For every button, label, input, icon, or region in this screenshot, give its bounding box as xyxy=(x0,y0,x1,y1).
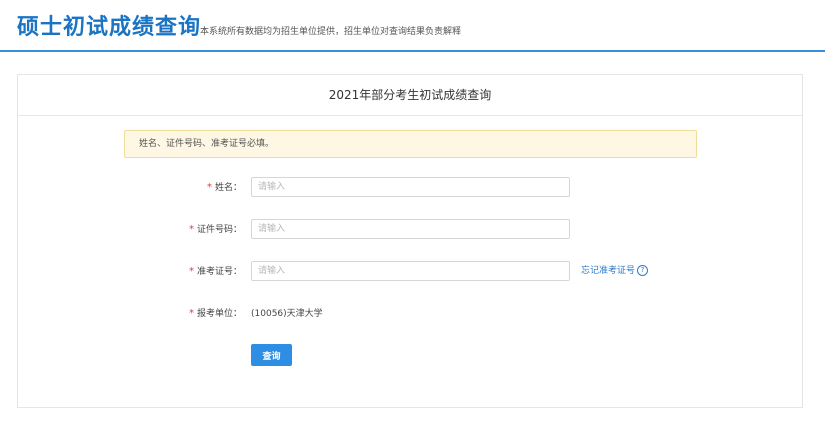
page-header: 硕士初试成绩查询 本系统所有数据均为招生单位提供，招生单位对查询结果负责解释 xyxy=(0,0,825,52)
school-label-text: 报考单位： xyxy=(196,309,242,319)
required-marker: * xyxy=(206,182,212,193)
required-marker: * xyxy=(188,266,194,277)
site-subtitle: 本系统所有数据均为招生单位提供，招生单位对查询结果负责解释 xyxy=(200,27,462,37)
query-button[interactable]: 查询 xyxy=(251,344,292,366)
site-title: 硕士初试成绩查询 xyxy=(17,15,202,40)
question-circle-icon[interactable]: ? xyxy=(637,265,649,276)
name-input[interactable] xyxy=(251,177,570,197)
panel-title: 2021年部分考生初试成绩查询 xyxy=(18,75,802,116)
form-row-exam-number: *准考证号： 忘记准考证号? xyxy=(18,261,804,283)
form-row-name: * 姓名： xyxy=(18,177,804,199)
required-marker: * xyxy=(188,224,194,235)
exam-number-label: * 准考证号： xyxy=(189,261,242,283)
forgot-exam-number-link[interactable]: 忘记准考证号? xyxy=(581,261,649,281)
school-value: (10056)天津大学 xyxy=(251,309,323,319)
exam-number-label-text: 准考证号： xyxy=(196,267,242,277)
required-fields-notice: 姓名、证件号码、准考证号必填。 xyxy=(124,130,697,158)
exam-number-input[interactable] xyxy=(251,261,570,281)
required-marker: * xyxy=(188,308,194,319)
id-number-label: * 证件号码： xyxy=(189,219,242,241)
name-label-text: 姓名： xyxy=(214,183,242,193)
name-label: * 姓名： xyxy=(207,177,242,199)
form-row-id-number: * 证件号码： xyxy=(18,219,804,241)
form-row-school: * 报考单位： (10056)天津大学 xyxy=(18,303,804,325)
school-label: * 报考单位： xyxy=(189,303,242,325)
id-number-input[interactable] xyxy=(251,219,570,239)
query-panel: 2021年部分考生初试成绩查询 姓名、证件号码、准考证号必填。 *姓名： *证件… xyxy=(17,74,803,408)
forgot-exam-number-text: 忘记准考证号 xyxy=(581,266,636,276)
id-number-label-text: 证件号码： xyxy=(196,225,242,235)
